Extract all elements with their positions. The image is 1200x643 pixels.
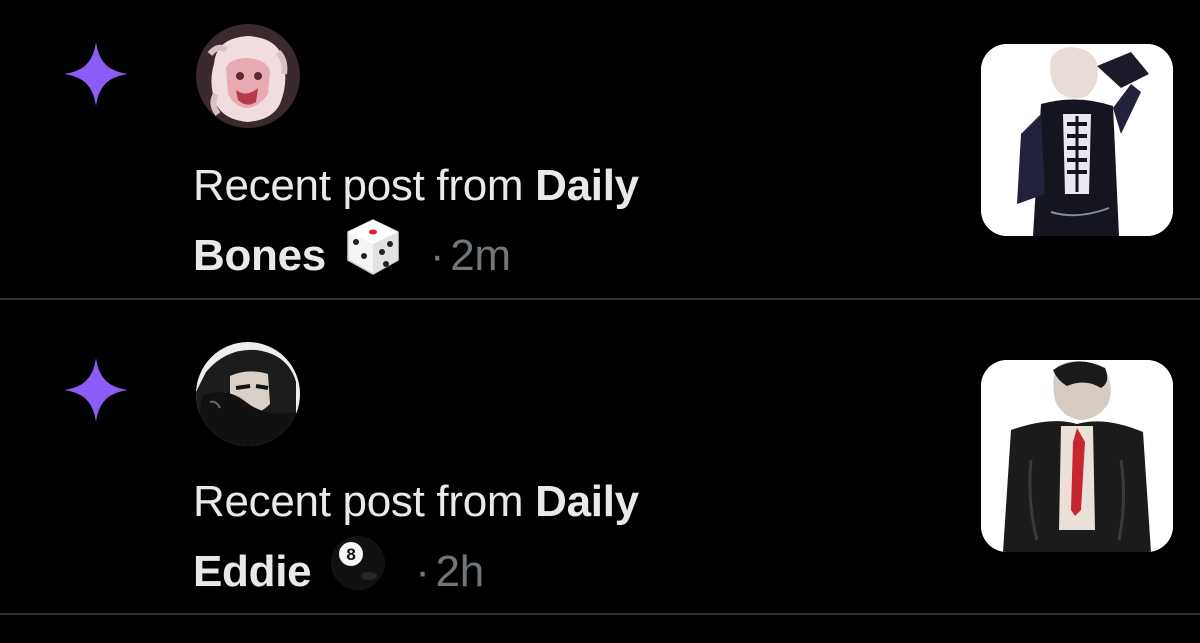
avatar[interactable] bbox=[196, 24, 300, 128]
account-name-first[interactable]: Daily bbox=[535, 161, 639, 210]
game-die-icon bbox=[347, 219, 399, 275]
notification-prefix: Recent post from bbox=[193, 161, 536, 210]
account-name-first[interactable]: Daily bbox=[535, 477, 639, 526]
divider bbox=[0, 613, 1200, 615]
account-name-second[interactable]: Eddie bbox=[193, 547, 312, 596]
avatar[interactable] bbox=[196, 342, 300, 446]
timestamp: 2m bbox=[450, 231, 511, 280]
account-name-second[interactable]: Bones bbox=[193, 231, 326, 280]
separator-dot: · bbox=[415, 547, 430, 596]
notification-prefix: Recent post from bbox=[193, 477, 536, 526]
notification-text: Recent post from Daily Bones · 2m bbox=[193, 156, 813, 286]
notification-item[interactable]: Recent post from Daily Bones · 2m bbox=[0, 0, 1200, 298]
post-thumbnail[interactable] bbox=[981, 44, 1173, 236]
sparkle-icon bbox=[64, 358, 128, 422]
separator-dot: · bbox=[429, 231, 445, 280]
sparkle-icon bbox=[64, 42, 128, 106]
post-thumbnail[interactable] bbox=[981, 360, 1173, 552]
notification-text: Recent post from Daily Eddie 8 · 2h bbox=[193, 472, 813, 602]
notification-item[interactable]: Recent post from Daily Eddie 8 · 2h bbox=[0, 300, 1200, 613]
svg-text:8: 8 bbox=[347, 545, 356, 564]
pool-8-ball-icon: 8 bbox=[331, 536, 386, 590]
timestamp: 2h bbox=[435, 547, 485, 596]
